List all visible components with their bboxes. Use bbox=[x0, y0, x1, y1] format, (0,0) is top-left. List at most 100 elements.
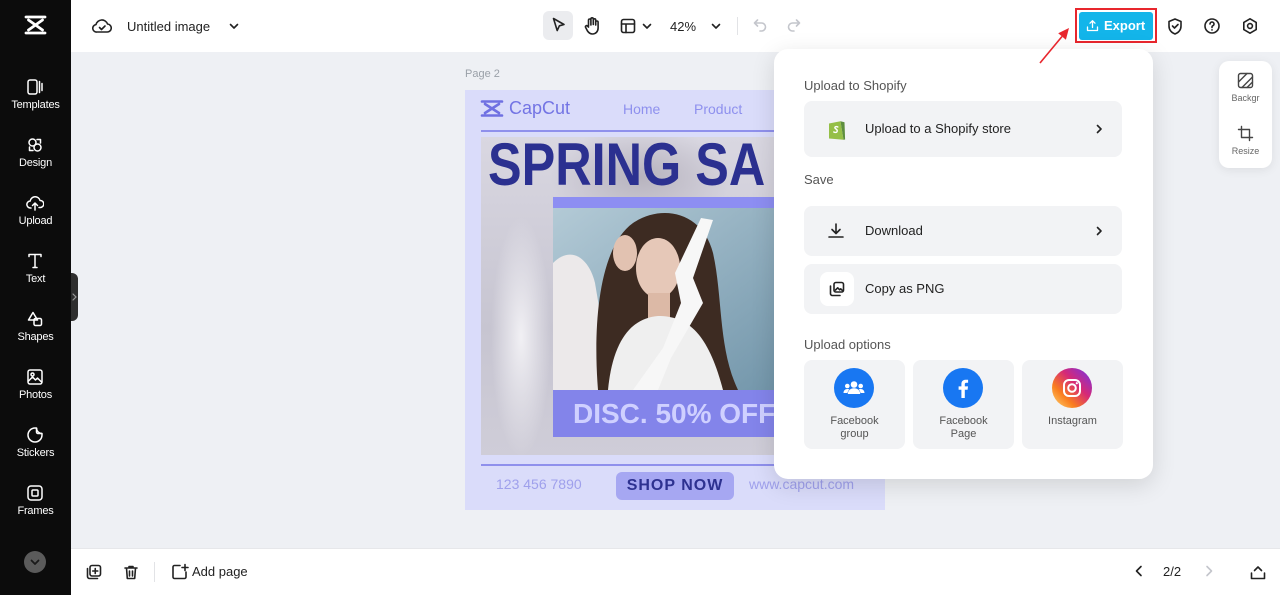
zoom-level[interactable]: 42% bbox=[670, 19, 696, 34]
capcut-logo-icon[interactable] bbox=[24, 14, 47, 36]
design-nav-home[interactable]: Home bbox=[623, 101, 660, 117]
upload-options-heading: Upload options bbox=[804, 337, 891, 352]
facebook-group-icon bbox=[834, 368, 874, 408]
upload-shopify-button[interactable]: Upload to a Shopify store bbox=[804, 101, 1122, 157]
sidebar-item-design[interactable]: Design bbox=[0, 130, 71, 188]
more-tools-button[interactable] bbox=[24, 551, 46, 573]
sidebar-item-upload[interactable]: Upload bbox=[0, 188, 71, 246]
design-shop-now-button[interactable]: SHOP NOW bbox=[616, 472, 734, 500]
undo-icon[interactable] bbox=[752, 17, 768, 33]
resize-icon bbox=[1237, 125, 1254, 142]
chevron-down-icon[interactable] bbox=[710, 20, 722, 32]
copy-as-png-button[interactable]: Copy as PNG bbox=[804, 264, 1122, 314]
design-icon bbox=[26, 136, 44, 154]
download-icon bbox=[826, 221, 846, 241]
sidebar-item-label: Templates bbox=[11, 99, 60, 111]
left-sidebar: Templates Design Upload Text Shapes Phot… bbox=[0, 0, 71, 595]
cloud-saved-icon[interactable] bbox=[92, 18, 112, 34]
pointer-icon bbox=[549, 16, 567, 34]
sidebar-item-label: Text bbox=[25, 273, 46, 285]
bottom-bar: Add page 2/2 bbox=[71, 548, 1280, 595]
chevron-down-icon[interactable] bbox=[228, 20, 240, 32]
sidebar-item-photos[interactable]: Photos bbox=[0, 362, 71, 420]
hand-tool-icon[interactable] bbox=[582, 16, 602, 36]
instagram-label: Instagram bbox=[1048, 415, 1097, 427]
design-brand-text[interactable]: CapCut bbox=[509, 98, 570, 118]
facebook-page-label: Facebook Page bbox=[939, 415, 988, 440]
chevron-down-icon[interactable] bbox=[641, 20, 653, 32]
chevron-right-icon bbox=[1093, 123, 1105, 135]
top-toolbar: Untitled image 42% Export bbox=[71, 0, 1280, 52]
upload-facebook-page-button[interactable]: Facebook Page bbox=[913, 360, 1014, 449]
help-icon[interactable] bbox=[1203, 17, 1221, 35]
discount-text[interactable]: DISC. 50% OFF bbox=[573, 398, 775, 430]
add-page-label: Add page bbox=[192, 564, 248, 579]
sidebar-item-label: Stickers bbox=[16, 447, 55, 459]
settings-gear-icon[interactable] bbox=[1241, 17, 1259, 35]
download-label: Download bbox=[865, 223, 923, 238]
duplicate-page-icon[interactable] bbox=[85, 563, 103, 581]
add-page-button[interactable]: Add page bbox=[171, 561, 261, 583]
export-upload-icon bbox=[1086, 19, 1099, 32]
page-label: Page 2 bbox=[465, 68, 500, 80]
export-dropdown: Upload to Shopify Upload to a Shopify st… bbox=[774, 49, 1153, 479]
upload-shopify-label: Upload to a Shopify store bbox=[865, 121, 1011, 136]
collapse-panel-icon[interactable] bbox=[1249, 563, 1267, 581]
sidebar-item-label: Shapes bbox=[17, 331, 54, 343]
facebook-icon bbox=[943, 368, 983, 408]
select-tool-button[interactable] bbox=[543, 11, 573, 40]
text-icon bbox=[26, 252, 44, 270]
save-section-heading: Save bbox=[804, 172, 834, 187]
background-button[interactable]: Backgr bbox=[1219, 65, 1272, 113]
copy-png-icon bbox=[820, 272, 854, 306]
model-photo[interactable] bbox=[553, 208, 803, 390]
capcut-brand-logo-icon[interactable] bbox=[480, 99, 504, 118]
sidebar-item-stickers[interactable]: Stickers bbox=[0, 420, 71, 478]
toolbar-divider bbox=[737, 17, 738, 35]
page-indicator: 2/2 bbox=[1163, 564, 1182, 579]
discount-band[interactable]: DISC. 50% OFF bbox=[553, 390, 803, 437]
annotation-arrow-icon bbox=[1039, 28, 1069, 64]
upload-icon bbox=[26, 194, 44, 212]
bottom-divider bbox=[154, 562, 155, 582]
resize-button[interactable]: Resize bbox=[1219, 117, 1272, 165]
sidebar-item-frames[interactable]: Frames bbox=[0, 478, 71, 536]
shield-icon[interactable] bbox=[1166, 17, 1184, 35]
next-page-icon[interactable] bbox=[1202, 564, 1216, 578]
stickers-icon bbox=[26, 426, 44, 444]
export-button[interactable]: Export bbox=[1079, 12, 1153, 40]
instagram-icon bbox=[1052, 368, 1092, 408]
sidebar-item-text[interactable]: Text bbox=[0, 246, 71, 304]
design-nav-product[interactable]: Product bbox=[694, 101, 742, 117]
right-quick-panel: Backgr Resize bbox=[1219, 61, 1272, 168]
background-label: Backgr bbox=[1231, 93, 1260, 103]
shop-now-label: SHOP NOW bbox=[626, 477, 724, 494]
download-button[interactable]: Download bbox=[804, 206, 1122, 256]
chevron-right-icon bbox=[1093, 225, 1105, 237]
previous-page-icon[interactable] bbox=[1132, 564, 1146, 578]
redo-icon[interactable] bbox=[786, 17, 802, 33]
frames-icon bbox=[26, 484, 44, 502]
upload-facebook-group-button[interactable]: Facebook group bbox=[804, 360, 905, 449]
export-button-label: Export bbox=[1104, 18, 1146, 33]
copy-as-png-label: Copy as PNG bbox=[865, 281, 945, 296]
sidebar-item-label: Photos bbox=[18, 389, 53, 401]
templates-icon bbox=[26, 78, 44, 96]
sidebar-item-shapes[interactable]: Shapes bbox=[0, 304, 71, 362]
frame-top-band bbox=[553, 197, 803, 208]
design-phone[interactable]: 123 456 7890 bbox=[496, 476, 582, 492]
sidebar-item-label: Upload bbox=[18, 215, 53, 227]
design-headline[interactable]: SPRING SA bbox=[488, 137, 765, 195]
chevron-right-icon bbox=[71, 291, 78, 303]
sidebar-item-label: Frames bbox=[17, 505, 54, 517]
sidebar-collapse-handle[interactable] bbox=[71, 273, 78, 321]
photos-icon bbox=[26, 368, 44, 386]
add-page-icon bbox=[171, 563, 189, 581]
facebook-group-label: Facebook group bbox=[830, 415, 879, 440]
upload-instagram-button[interactable]: Instagram bbox=[1022, 360, 1123, 449]
design-inner-photo-frame[interactable]: DISC. 50% OFF bbox=[553, 197, 803, 437]
sidebar-item-templates[interactable]: Templates bbox=[0, 72, 71, 130]
trash-icon[interactable] bbox=[122, 563, 140, 581]
layout-icon[interactable] bbox=[619, 17, 637, 35]
document-title[interactable]: Untitled image bbox=[127, 19, 210, 34]
